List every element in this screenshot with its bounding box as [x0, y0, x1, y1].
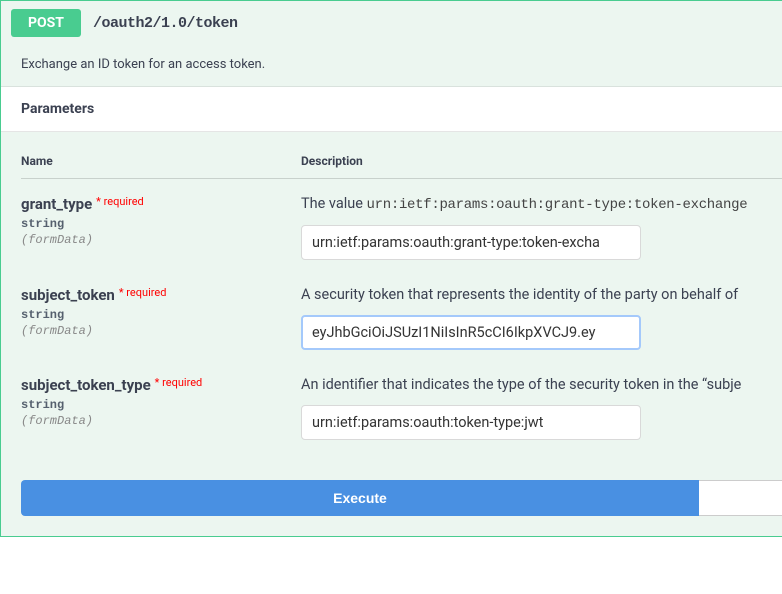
param-input-grant-type[interactable] [301, 225, 641, 260]
parameters-section-title: Parameters [1, 87, 782, 132]
method-badge: POST [11, 9, 81, 37]
clear-button[interactable] [699, 480, 782, 516]
operation-header[interactable]: POST /oauth2/1.0/token [1, 1, 782, 45]
param-name: grant_type [21, 195, 92, 213]
action-button-row: Execute [1, 450, 782, 536]
required-badge: * required [119, 286, 167, 299]
param-description: The value urn:ietf:params:oauth:grant-ty… [301, 195, 782, 213]
param-input-subject-token[interactable] [301, 315, 641, 350]
param-name: subject_token [21, 286, 115, 304]
endpoint-path: /oauth2/1.0/token [93, 15, 238, 32]
param-location: (formData) [21, 233, 301, 247]
param-row-subject-token-type: subject_token_type * required string (for… [21, 360, 782, 450]
param-name: subject_token_type [21, 376, 151, 394]
param-description: A security token that represents the ide… [301, 286, 782, 303]
param-type: string [21, 398, 301, 412]
column-header-description: Description [301, 154, 782, 168]
api-operation-panel: POST /oauth2/1.0/token Exchange an ID to… [0, 0, 782, 537]
execute-button[interactable]: Execute [21, 480, 699, 516]
param-type: string [21, 308, 301, 322]
table-header-row: Name Description [21, 142, 782, 179]
param-location: (formData) [21, 414, 301, 428]
param-type: string [21, 217, 301, 231]
param-location: (formData) [21, 324, 301, 338]
param-input-subject-token-type[interactable] [301, 405, 641, 440]
required-badge: * required [155, 376, 203, 389]
param-description: An identifier that indicates the type of… [301, 376, 782, 393]
param-row-subject-token: subject_token * required string (formData… [21, 270, 782, 360]
operation-description: Exchange an ID token for an access token… [1, 45, 782, 87]
param-row-grant-type: grant_type * required string (formData) T… [21, 179, 782, 270]
required-badge: * required [96, 195, 144, 208]
column-header-name: Name [21, 154, 301, 168]
parameters-table: Name Description grant_type * required st… [1, 132, 782, 450]
